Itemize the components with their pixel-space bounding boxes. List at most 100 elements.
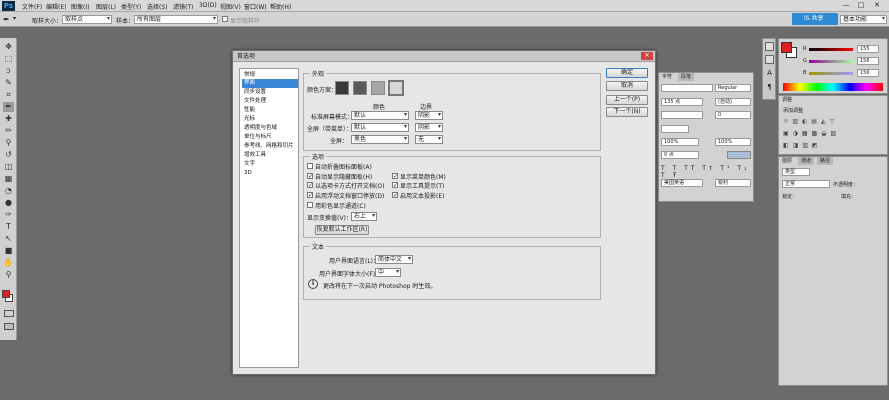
history-panel-icon[interactable] [765, 42, 774, 51]
shape-tool-icon[interactable]: ■ [3, 246, 14, 256]
character-panel-icon[interactable]: A [765, 69, 774, 78]
eyedropper-icon[interactable]: ✒ [3, 15, 10, 24]
tab-paths[interactable]: 路径 [817, 157, 834, 165]
crop-tool-icon[interactable]: ⌗ [3, 90, 14, 100]
eraser-tool-icon[interactable]: ◫ [3, 162, 14, 172]
type-tool-icon[interactable]: T [3, 222, 14, 232]
auto-collapse-checkbox[interactable] [307, 163, 313, 169]
color-spectrum-bar[interactable] [783, 83, 883, 91]
leading-select[interactable]: (自动) [715, 98, 751, 106]
slider-g[interactable] [809, 60, 853, 63]
slider-b[interactable] [809, 72, 853, 75]
ok-button[interactable]: 确定 [606, 68, 648, 78]
menu-3d[interactable]: 3D(D) [199, 2, 217, 9]
slider-r[interactable] [809, 48, 853, 51]
sample-size-select[interactable]: 取样点 [62, 15, 112, 24]
dodge-tool-icon[interactable]: ● [3, 198, 14, 208]
blend-mode-select[interactable]: 正常 [782, 180, 830, 188]
nav-item-units-rulers[interactable]: 单位与标尺 [242, 133, 298, 142]
menu-select[interactable]: 选择(S) [147, 2, 168, 11]
maximize-icon[interactable]: □ [855, 1, 867, 10]
quick-mask-icon[interactable] [4, 310, 14, 317]
restore-workspace-button[interactable]: 恢复默认工作区(R) [315, 225, 369, 235]
zoom-tool-icon[interactable]: ⚲ [3, 270, 14, 280]
eyedropper-tool-icon[interactable]: ✒ [3, 102, 14, 112]
chevron-down-icon[interactable]: ▾ [13, 15, 16, 22]
language-select[interactable]: 美国英语 [661, 179, 703, 187]
text-style-buttons[interactable]: T T TT Tт T¹ T₁ T Ŧ [661, 165, 751, 179]
move-tool-icon[interactable]: ✥ [3, 42, 14, 52]
share-button[interactable]: IS 共享 [792, 13, 838, 25]
font-style-select[interactable]: Regular [715, 84, 751, 92]
screen-mode-icon[interactable] [4, 323, 14, 330]
nav-item-file-handling[interactable]: 文件处理 [242, 97, 298, 106]
nav-item-type[interactable]: 文字 [242, 160, 298, 169]
adjustment-icons-row-3[interactable]: ◧◨▥◩ [783, 142, 883, 150]
text-drop-shadows-checkbox[interactable]: ✓ [392, 192, 398, 199]
tsume-select[interactable] [661, 125, 689, 133]
fullscreen-menu-color-select[interactable]: 默认 [351, 123, 409, 132]
slider-b-value[interactable]: 156 [857, 69, 879, 77]
channels-in-color-checkbox[interactable] [307, 202, 313, 208]
transform-values-select[interactable]: 右上 [351, 212, 377, 221]
font-family-select[interactable] [661, 84, 713, 92]
tab-character[interactable]: 字符 [659, 73, 676, 81]
floating-docking-checkbox[interactable]: ✓ [307, 192, 313, 199]
adjustment-icons-row-2[interactable]: ▣◑▦▩◒▧ [783, 130, 883, 138]
menu-image[interactable]: 图像(I) [71, 2, 89, 11]
nav-item-cursors[interactable]: 光标 [242, 115, 298, 124]
foreground-color-swatch[interactable] [2, 290, 10, 298]
layer-kind-select[interactable]: 类型 [782, 168, 810, 176]
standard-screen-border-select[interactable]: 阴影 [415, 111, 443, 120]
menu-help[interactable]: 帮助(H) [270, 2, 291, 11]
nav-item-interface[interactable]: 界面 [242, 79, 298, 88]
fullscreen-menu-border-select[interactable]: 阴影 [415, 123, 443, 132]
scheme-medium-dark-swatch[interactable] [353, 81, 367, 95]
nav-item-performance[interactable]: 性能 [242, 106, 298, 115]
healing-tool-icon[interactable]: ✚ [3, 114, 14, 124]
menu-window[interactable]: 窗口(W) [244, 2, 267, 11]
gradient-tool-icon[interactable]: ▦ [3, 174, 14, 184]
auto-show-hidden-checkbox[interactable]: ✓ [307, 173, 313, 180]
ui-language-select[interactable]: 简体中文 [375, 255, 413, 264]
horizontal-scale-input[interactable]: 100% [715, 138, 751, 146]
tab-channels[interactable]: 通道 [798, 157, 815, 165]
next-button[interactable]: 下一个(N) [606, 107, 648, 117]
menu-edit[interactable]: 编辑(E) [46, 2, 66, 11]
menu-type[interactable]: 类型(Y) [121, 2, 141, 11]
open-as-tabs-checkbox[interactable]: ✓ [307, 182, 313, 189]
scheme-dark-swatch[interactable] [335, 81, 349, 95]
nav-item-3d[interactable]: 3D [242, 169, 298, 178]
menu-filter[interactable]: 滤镜(T) [173, 2, 193, 11]
tab-adjustments[interactable]: 调整 [779, 96, 796, 104]
menu-layer[interactable]: 图层(L) [96, 2, 116, 11]
antialias-select[interactable]: 锐利 [715, 179, 751, 187]
ui-font-size-select[interactable]: 中 [375, 268, 401, 277]
brush-tool-icon[interactable]: ✏ [3, 126, 14, 136]
nav-item-guides-grid[interactable]: 参考线、网格和切片 [242, 142, 298, 151]
dialog-close-icon[interactable]: ✕ [641, 52, 653, 60]
nav-item-transparency[interactable]: 透明度与色域 [242, 124, 298, 133]
vertical-scale-input[interactable]: 100% [661, 138, 699, 146]
paragraph-panel-icon[interactable]: ¶ [765, 83, 774, 92]
hand-tool-icon[interactable]: ✋ [3, 258, 14, 268]
adjustment-icons-row-1[interactable]: ☼▥◐▤◭▽ [783, 118, 883, 126]
menu-view[interactable]: 视图(V) [220, 2, 241, 11]
kerning-select[interactable] [661, 111, 703, 119]
nav-item-plugins[interactable]: 增效工具 [242, 151, 298, 160]
slider-g-value[interactable]: 156 [857, 57, 879, 65]
path-select-tool-icon[interactable]: ↖ [3, 234, 14, 244]
previous-button[interactable]: 上一个(P) [606, 95, 648, 105]
tab-layers[interactable]: 图层 [779, 157, 796, 165]
baseline-shift-input[interactable]: 0 点 [661, 151, 699, 159]
show-menu-colors-checkbox[interactable]: ✓ [392, 173, 398, 180]
nav-item-sync-settings[interactable]: 同步设置 [242, 88, 298, 97]
fullscreen-border-select[interactable]: 无 [415, 135, 443, 144]
marquee-tool-icon[interactable]: ⬚ [3, 54, 14, 64]
show-tooltips-checkbox[interactable]: ✓ [392, 182, 398, 189]
scheme-light-swatch[interactable] [388, 80, 404, 96]
sample-select[interactable]: 所有图层 [134, 15, 218, 24]
scheme-medium-light-swatch[interactable] [371, 81, 385, 95]
cancel-button[interactable]: 取消 [606, 81, 648, 91]
minimize-icon[interactable]: — [840, 1, 852, 10]
